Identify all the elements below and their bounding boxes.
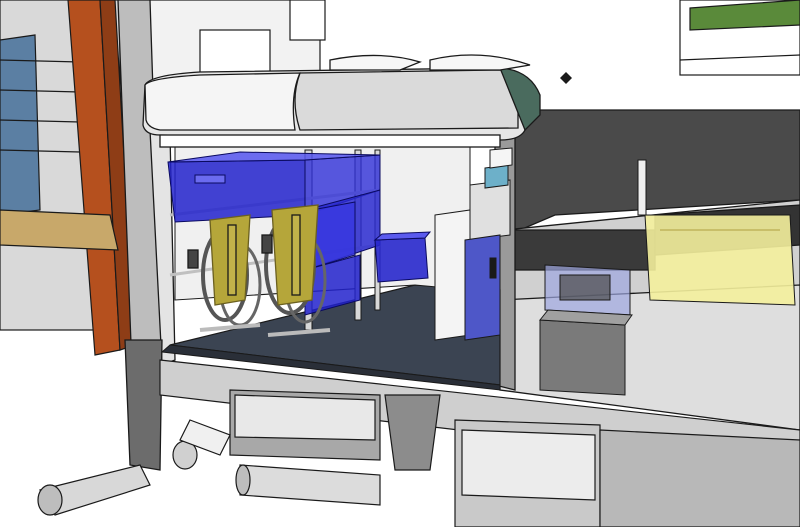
sketchup-van-interior-scene — [0, 0, 800, 527]
blue-wall-panel — [0, 34, 41, 216]
blue-storage-panel — [464, 234, 501, 341]
wood-shelf — [0, 209, 119, 251]
